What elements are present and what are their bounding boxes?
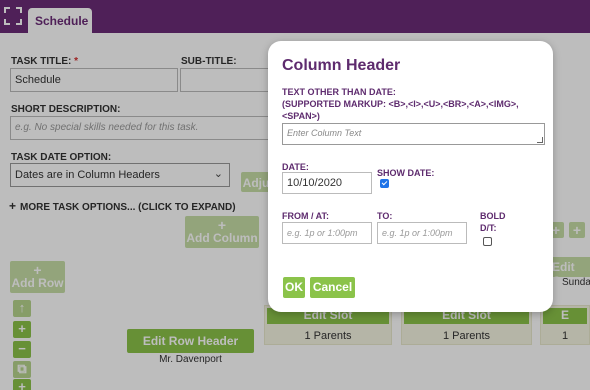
to-input[interactable]: e.g. 1p or 1:00pm <box>377 222 467 244</box>
bold-dt-checkbox[interactable] <box>483 237 492 246</box>
show-date-label: SHOW DATE: <box>377 168 435 178</box>
dialog-title: Column Header <box>282 57 401 74</box>
show-date-checkbox[interactable] <box>380 179 389 188</box>
column-text-label: TEXT OTHER THAN DATE: (SUPPORTED MARKUP:… <box>282 87 519 121</box>
column-text-input[interactable]: Enter Column Text <box>282 123 545 145</box>
from-at-label: FROM / AT: <box>282 211 329 221</box>
resize-handle-icon[interactable] <box>537 137 543 143</box>
to-label: TO: <box>377 211 393 221</box>
bold-dt-label: BOLD D/T: <box>480 211 506 233</box>
cancel-button[interactable]: Cancel <box>310 277 355 298</box>
ok-button[interactable]: OK <box>283 277 305 298</box>
from-at-input[interactable]: e.g. 1p or 1:00pm <box>282 222 372 244</box>
date-input[interactable]: 10/10/2020 <box>282 172 372 194</box>
column-header-dialog: Column Header TEXT OTHER THAN DATE: (SUP… <box>268 41 553 312</box>
